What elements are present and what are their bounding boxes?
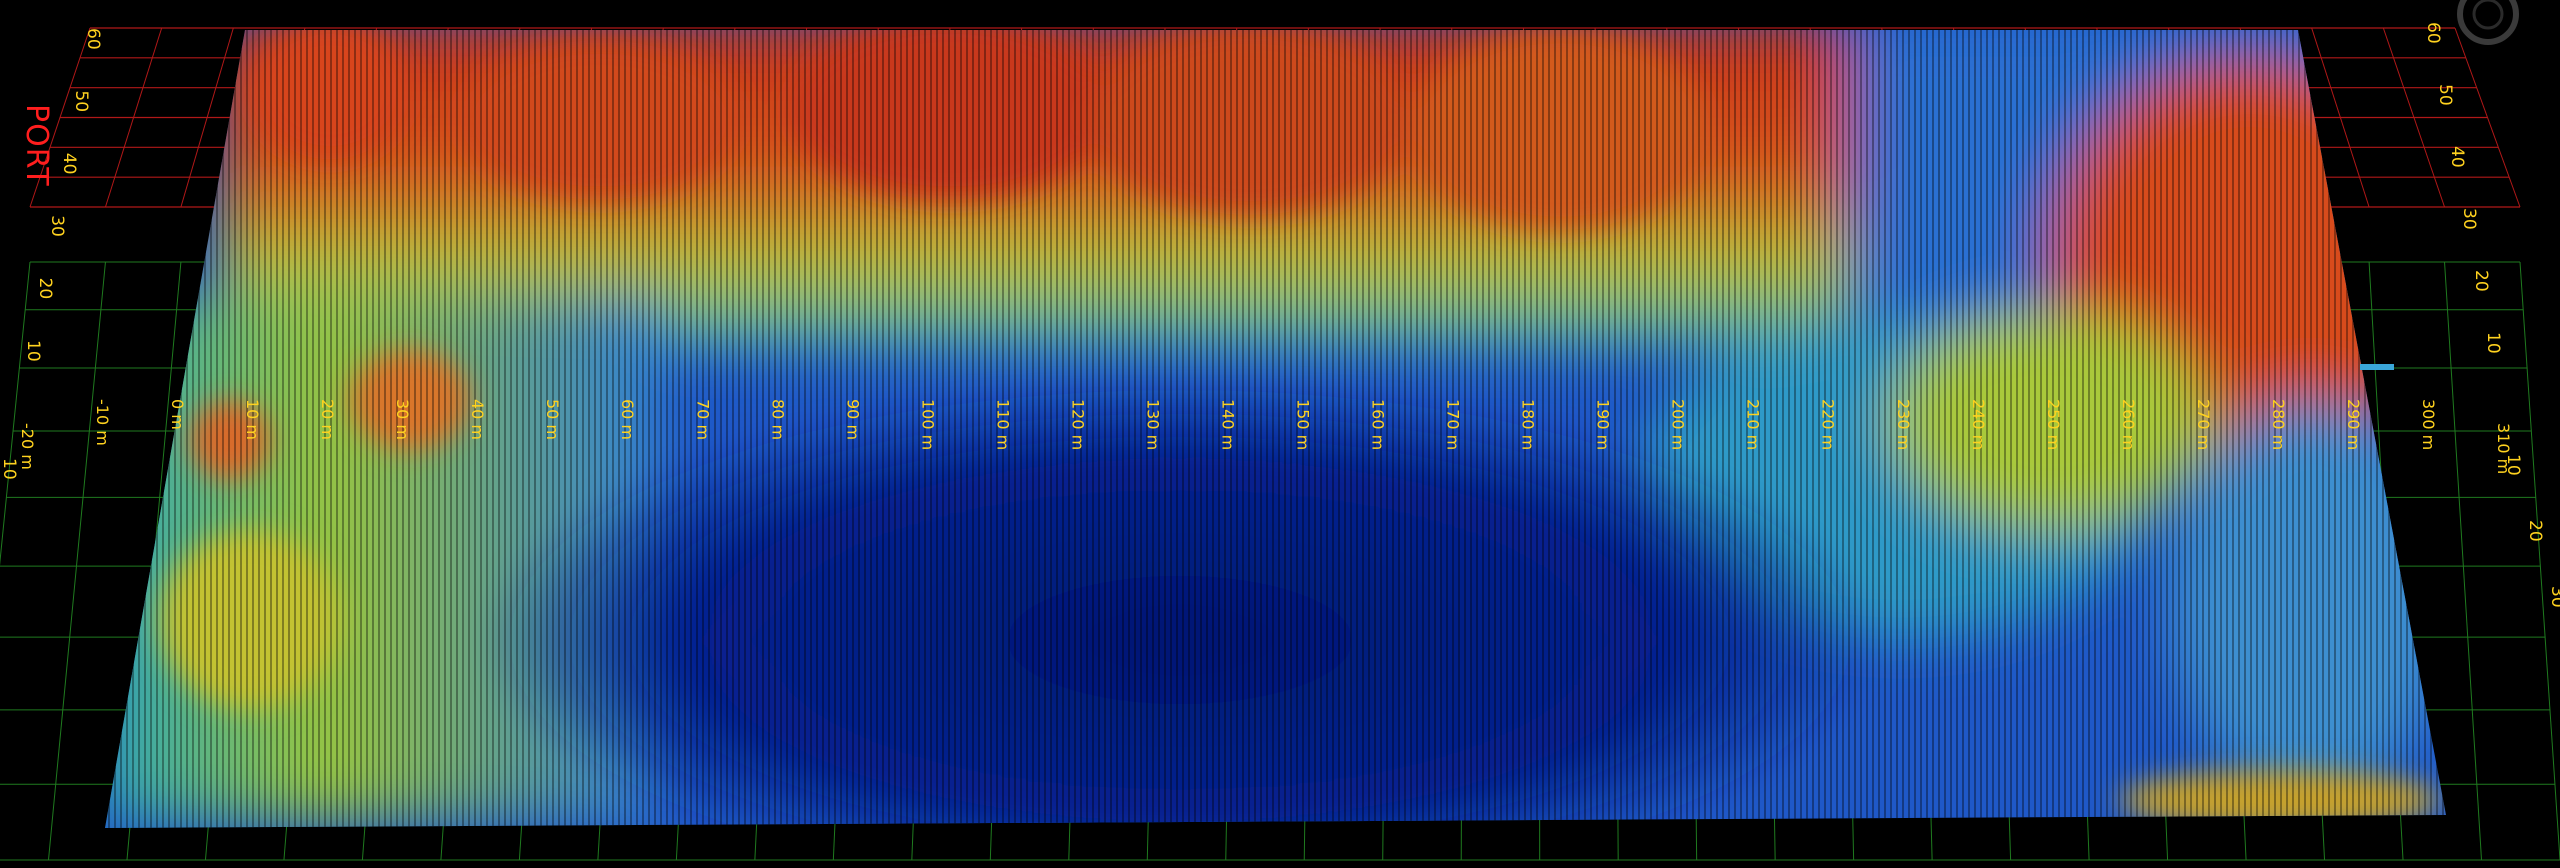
along-track-tick-label: 60 m [618, 399, 637, 440]
port-right-tick-label: 20 [2471, 270, 2491, 292]
port-left-tick-label: 20 [35, 278, 55, 300]
along-track-tick-label: 50 m [543, 399, 562, 440]
along-track-tick-label: 120 m [1068, 399, 1087, 450]
along-track-tick-label: 230 m [1894, 399, 1913, 450]
port-right-tick-label: 60 [2423, 22, 2443, 44]
port-right-tick-label: 10 [2483, 332, 2503, 354]
along-track-tick-label: 140 m [1218, 399, 1237, 450]
along-track-tick-label: 10 m [243, 399, 262, 440]
compass-gauge-icon[interactable] [2456, 0, 2520, 46]
port-left-tick-label: 50 [71, 90, 91, 112]
port-left-tick-label: 40 [59, 153, 79, 175]
along-track-tick-label: 290 m [2344, 399, 2363, 450]
along-track-tick-label: 130 m [1143, 399, 1162, 450]
along-track-tick-label: 100 m [918, 399, 937, 450]
along-track-tick-label: 80 m [768, 399, 787, 440]
along-track-tick-label: 110 m [993, 399, 1012, 450]
along-track-tick-label: 170 m [1444, 399, 1463, 450]
starboard-grid-col-line [2519, 261, 2560, 861]
starboard-left-tick-label: 10 [0, 458, 19, 480]
point-cloud-viewport[interactable]: -20 m -10 m 0 m 10 m 20 m 30 m 40 m 50 m 60 m 70 … [0, 0, 2560, 868]
along-track-tick-label: 280 m [2269, 399, 2288, 450]
port-side-label: PORT [19, 104, 54, 187]
along-track-tick-label: 220 m [1819, 399, 1838, 450]
along-track-tick-label: 270 m [2194, 399, 2213, 450]
starboard-right-tick-label: 10 [2503, 454, 2523, 476]
bathymetry-scene[interactable]: -20 m -10 m 0 m 10 m 20 m 30 m 40 m 50 m 60 m 70 … [0, 0, 2560, 868]
port-left-tick-label: 10 [23, 340, 43, 362]
along-track-tick-label: 20 m [318, 399, 337, 440]
along-track-tick-label: 180 m [1519, 399, 1538, 450]
vessel-marker [2360, 364, 2394, 370]
along-track-tick-label: 250 m [2044, 399, 2063, 450]
along-track-tick-label: 210 m [1744, 399, 1763, 450]
along-track-tick-label: 300 m [2419, 399, 2438, 450]
along-track-tick-label: 30 m [393, 399, 412, 440]
along-track-tick-label: 150 m [1294, 399, 1313, 450]
along-track-tick-label: -10 m [93, 399, 112, 446]
port-right-tick-label: 50 [2435, 84, 2455, 106]
starboard-right-tick-label: 30 [2547, 586, 2560, 608]
along-track-tick-label: 40 m [468, 399, 487, 440]
starboard-right-tick-label: 20 [2525, 520, 2545, 542]
port-right-tick-label: 40 [2447, 146, 2467, 168]
port-right-axis: 60 50 40 30 20 10 [2423, 22, 2503, 354]
port-left-tick-label: 60 [83, 28, 103, 50]
along-track-tick-label: 90 m [843, 399, 862, 440]
along-track-tick-label: 0 m [168, 399, 187, 430]
starboard-left-axis: 10 [0, 458, 19, 480]
starboard-grid-col-line [2444, 261, 2483, 861]
along-track-tick-label: 70 m [693, 399, 712, 440]
starboard-right-axis: 10 20 30 [2503, 454, 2560, 608]
along-track-tick-label: 160 m [1369, 399, 1388, 450]
bathymetry-swath [105, 30, 2446, 828]
port-right-tick-label: 30 [2459, 208, 2479, 230]
along-track-tick-label: 200 m [1669, 399, 1688, 450]
port-left-axis: 60 50 40 30 20 10 [23, 28, 103, 362]
along-track-tick-label: 240 m [1969, 399, 1988, 450]
port-left-tick-label: 30 [47, 215, 67, 237]
along-track-tick-label: -20 m [18, 423, 37, 470]
along-track-tick-label: 260 m [2119, 399, 2138, 450]
along-track-tick-label: 190 m [1594, 399, 1613, 450]
starboard-grid-col-line [47, 261, 106, 861]
